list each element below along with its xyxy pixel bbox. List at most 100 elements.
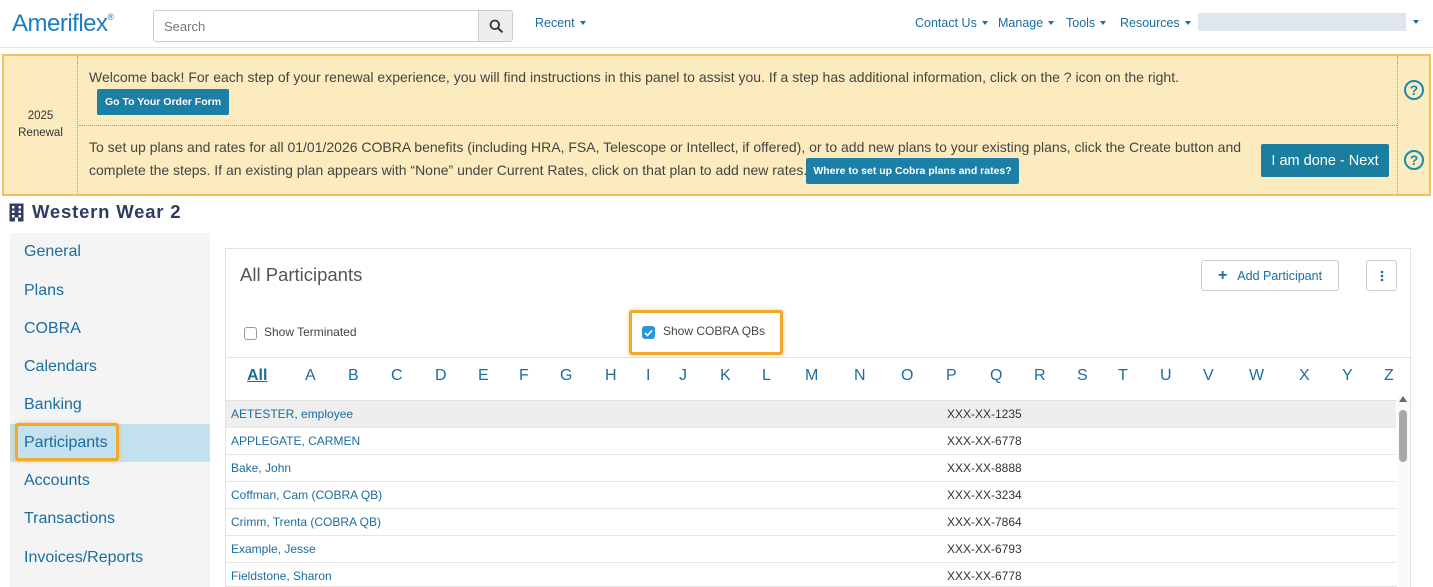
participant-ssn: XXX-XX-6778	[947, 434, 1022, 448]
sidebar-item-plans[interactable]: Plans	[24, 282, 64, 300]
table-row[interactable]: Fieldstone, Sharon XXX-XX-6778	[226, 563, 1396, 587]
alpha-filter-j[interactable]: J	[679, 367, 687, 385]
user-menu-caret-icon[interactable]	[1413, 20, 1419, 24]
sidebar: General Plans COBRA Calendars Banking Pa…	[10, 233, 210, 587]
nav-recent[interactable]: Recent	[535, 16, 586, 30]
alpha-filter-b[interactable]: B	[348, 367, 359, 385]
show-terminated-label[interactable]: Show Terminated	[264, 325, 357, 339]
add-participant-button[interactable]: + Add Participant	[1201, 260, 1339, 291]
search-icon	[489, 19, 503, 33]
renewal-side-label: 2025 Renewal	[4, 56, 78, 194]
nav-resources[interactable]: Resources	[1120, 16, 1191, 30]
participant-name[interactable]: Crimm, Trenta (COBRA QB)	[231, 515, 381, 529]
search-input[interactable]	[153, 10, 479, 42]
renewal-step-text-1: To set up plans and rates for all 01/01/…	[89, 139, 1242, 155]
nav-tools[interactable]: Tools	[1066, 16, 1107, 30]
table-row[interactable]: Example, Jesse XXX-XX-6793	[226, 536, 1396, 563]
alpha-filter-q[interactable]: Q	[990, 367, 1002, 385]
alpha-filter-p[interactable]: P	[946, 367, 957, 385]
show-terminated-checkbox[interactable]	[244, 327, 257, 340]
participant-name[interactable]: AETESTER, employee	[231, 407, 353, 421]
caret-down-icon	[1184, 20, 1191, 25]
top-navbar: Ameriflex® Recent Contact Us Manage Tool…	[0, 0, 1433, 48]
alpha-filter-k[interactable]: K	[720, 367, 731, 385]
participant-name[interactable]: Fieldstone, Sharon	[231, 569, 332, 583]
user-menu[interactable]	[1198, 13, 1406, 31]
sidebar-item-transactions[interactable]: Transactions	[24, 510, 115, 528]
participant-ssn: XXX-XX-1235	[947, 407, 1022, 421]
page-title: All Participants	[240, 264, 363, 285]
alpha-filter-w[interactable]: W	[1249, 367, 1264, 385]
alpha-filter-all[interactable]: All	[247, 367, 267, 385]
alpha-filter-f[interactable]: F	[519, 367, 529, 385]
alpha-filter-o[interactable]: O	[901, 367, 913, 385]
go-to-order-form-button[interactable]: Go To Your Order Form	[97, 89, 229, 115]
help-question-icon[interactable]: ?	[1404, 80, 1424, 100]
ameriflex-logo[interactable]: Ameriflex®	[12, 10, 114, 38]
building-icon	[9, 203, 24, 221]
renewal-step-text-2: complete the steps. If an existing plan …	[89, 162, 808, 178]
sidebar-item-accounts[interactable]: Accounts	[24, 472, 90, 490]
scrollbar-thumb[interactable]	[1399, 410, 1407, 462]
highlight-participants	[15, 423, 119, 461]
table-row[interactable]: APPLEGATE, CARMEN XXX-XX-6778	[226, 428, 1396, 455]
alpha-filter-v[interactable]: V	[1203, 367, 1214, 385]
caret-down-icon	[981, 20, 988, 25]
participant-name[interactable]: Bake, John	[231, 461, 291, 475]
participant-name[interactable]: Coffman, Cam (COBRA QB)	[231, 488, 382, 502]
alpha-filter-l[interactable]: L	[762, 367, 771, 385]
sidebar-item-banking[interactable]: Banking	[24, 396, 82, 414]
renewal-help-column: ? ?	[1397, 56, 1429, 194]
alphabet-filter: All A B C D E F G H I J K L M N O P Q R …	[226, 357, 1412, 401]
nav-manage[interactable]: Manage	[998, 16, 1055, 30]
sidebar-item-invoices-reports[interactable]: Invoices/Reports	[24, 549, 143, 567]
help-question-icon[interactable]: ?	[1404, 150, 1424, 170]
sidebar-item-cobra[interactable]: COBRA	[24, 320, 81, 338]
plus-icon: +	[1217, 266, 1228, 284]
renewal-welcome-text: Welcome back! For each step of your rene…	[89, 69, 1179, 85]
alpha-filter-c[interactable]: C	[391, 367, 403, 385]
search-button[interactable]	[478, 10, 513, 42]
alpha-filter-t[interactable]: T	[1118, 367, 1128, 385]
caret-down-icon	[1048, 20, 1055, 25]
table-row[interactable]: Bake, John XXX-XX-8888	[226, 455, 1396, 482]
participant-ssn: XXX-XX-6778	[947, 569, 1022, 583]
participants-panel: All Participants + Add Participant Show …	[225, 248, 1412, 587]
table-row[interactable]: Crimm, Trenta (COBRA QB) XXX-XX-7864	[226, 509, 1396, 536]
alpha-filter-d[interactable]: D	[435, 367, 447, 385]
where-cobra-plans-button[interactable]: Where to set up Cobra plans and rates?	[806, 158, 1019, 184]
i-am-done-next-button[interactable]: I am done - Next	[1261, 144, 1389, 177]
renewal-step-row: To set up plans and rates for all 01/01/…	[79, 127, 1397, 194]
alpha-filter-y[interactable]: Y	[1342, 367, 1353, 385]
alpha-filter-i[interactable]: I	[646, 367, 650, 385]
participant-ssn: XXX-XX-6793	[947, 542, 1022, 556]
alpha-filter-e[interactable]: E	[478, 367, 489, 385]
alpha-filter-x[interactable]: X	[1299, 367, 1310, 385]
alpha-filter-g[interactable]: G	[560, 367, 572, 385]
scroll-up-arrow-icon[interactable]	[1399, 396, 1407, 402]
alpha-filter-a[interactable]: A	[305, 367, 316, 385]
renewal-welcome-row: Welcome back! For each step of your rene…	[79, 56, 1397, 126]
alpha-filter-s[interactable]: S	[1077, 367, 1088, 385]
participant-ssn: XXX-XX-3234	[947, 488, 1022, 502]
table-row[interactable]: Coffman, Cam (COBRA QB) XXX-XX-3234	[226, 482, 1396, 509]
participant-name[interactable]: Example, Jesse	[231, 542, 316, 556]
nav-contact-us[interactable]: Contact Us	[915, 16, 988, 30]
participant-name[interactable]: APPLEGATE, CARMEN	[231, 434, 360, 448]
sidebar-item-calendars[interactable]: Calendars	[24, 358, 97, 376]
renewal-panel: 2025 Renewal Welcome back! For each step…	[2, 54, 1431, 196]
highlight-show-cobra-qbs	[629, 310, 783, 355]
caret-down-icon	[1100, 20, 1107, 25]
participant-ssn: XXX-XX-7864	[947, 515, 1022, 529]
table-row[interactable]: AETESTER, employee XXX-XX-1235	[226, 401, 1396, 428]
sidebar-item-general[interactable]: General	[24, 243, 81, 261]
kebab-menu-icon	[1380, 270, 1383, 281]
alpha-filter-m[interactable]: M	[805, 367, 818, 385]
alpha-filter-n[interactable]: N	[854, 367, 866, 385]
alpha-filter-r[interactable]: R	[1034, 367, 1046, 385]
list-scrollbar[interactable]	[1397, 396, 1410, 587]
more-options-button[interactable]	[1366, 260, 1397, 291]
alpha-filter-h[interactable]: H	[605, 367, 617, 385]
alpha-filter-z[interactable]: Z	[1384, 367, 1394, 385]
alpha-filter-u[interactable]: U	[1160, 367, 1172, 385]
